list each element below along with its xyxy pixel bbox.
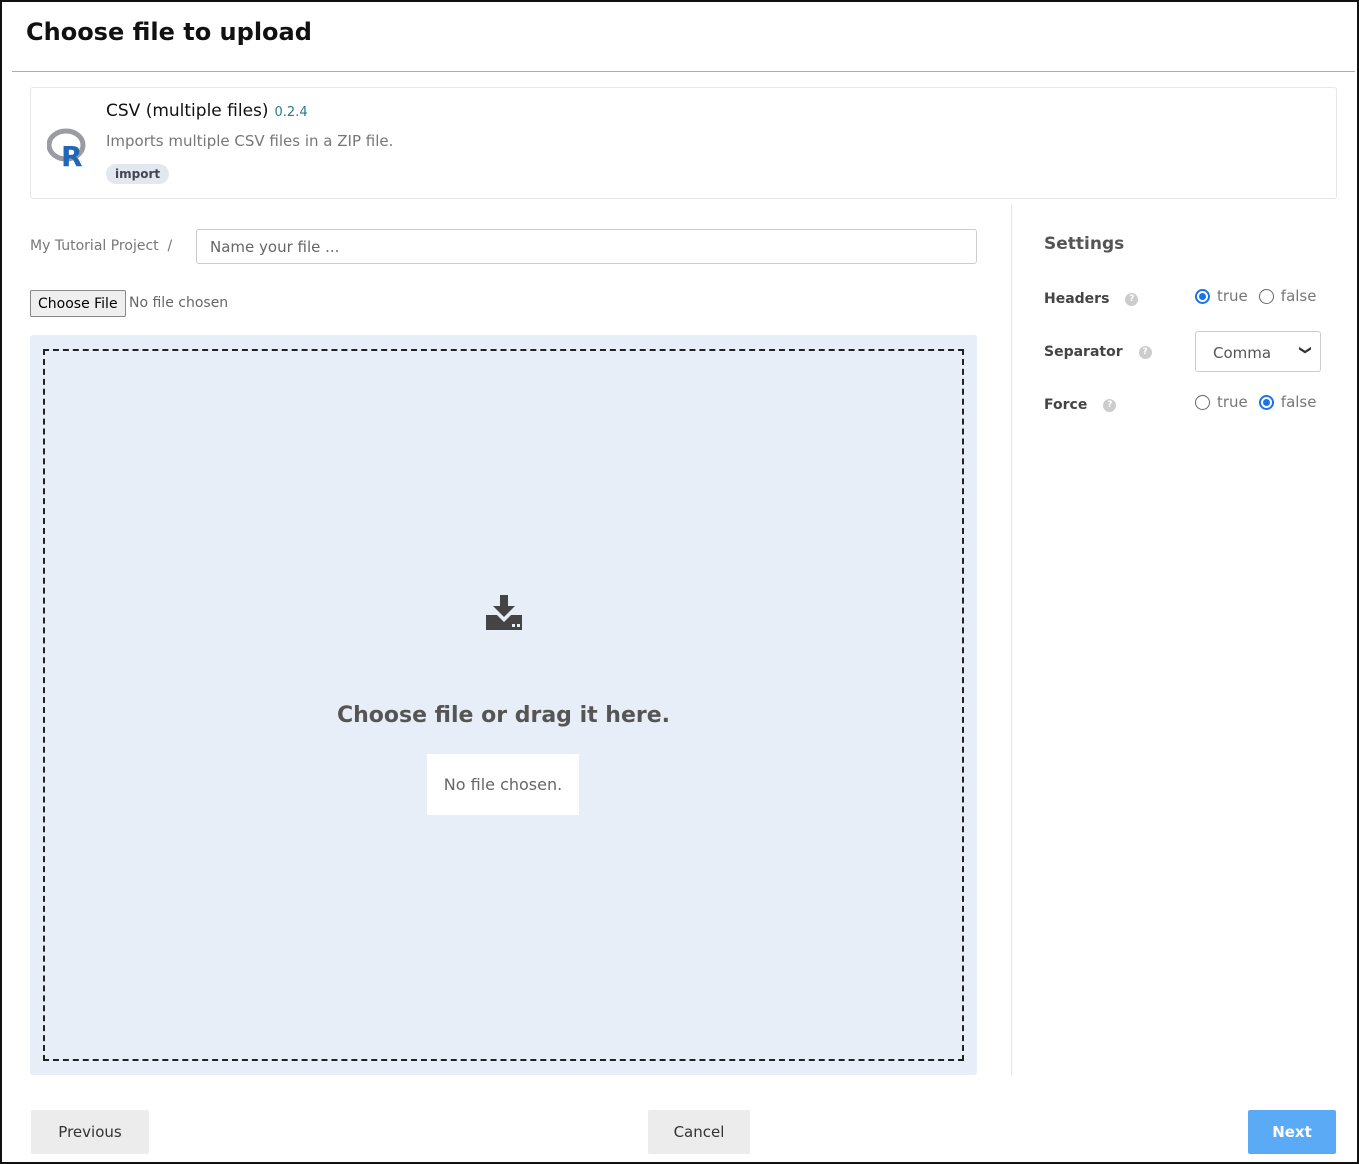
settings-title: Settings [1044,234,1125,254]
chevron-down-icon: ❯ [1298,344,1313,356]
plugin-name: CSV (multiple files) 0.2.4 [106,101,308,121]
plugin-name-text: CSV (multiple files) [106,101,269,121]
force-false-label: false [1280,393,1317,411]
separator-value: Comma [1213,344,1272,362]
cancel-button[interactable]: Cancel [648,1110,750,1154]
force-label: Force? [1044,397,1117,413]
breadcrumb-project[interactable]: My Tutorial Project [30,238,159,254]
headers-false-radio[interactable] [1258,288,1274,304]
dialog-title: Choose file to upload [26,18,312,46]
plugin-card: R CSV (multiple files) 0.2.4 Imports mult… [30,87,1337,199]
svg-text:R: R [61,140,83,168]
title-divider [12,71,1355,72]
force-false-radio[interactable] [1258,394,1274,410]
separator-label-text: Separator [1044,344,1123,360]
download-icon [486,595,522,630]
headers-true-radio[interactable] [1195,288,1210,304]
file-input-status: No file chosen [129,295,229,311]
force-label-text: Force [1044,397,1088,413]
force-radio-group: true false [1195,393,1316,411]
help-icon[interactable]: ? [1138,345,1152,359]
dropzone[interactable]: Choose file or drag it here. No file cho… [30,335,977,1075]
previous-button[interactable]: Previous [31,1110,149,1154]
dropzone-status: No file chosen. [427,754,579,815]
force-true-radio[interactable] [1195,394,1210,410]
headers-label: Headers? [1044,291,1139,307]
next-button[interactable]: Next [1248,1110,1336,1154]
help-icon[interactable]: ? [1103,398,1117,412]
plugin-tag: import [106,164,170,184]
headers-label-text: Headers [1044,291,1110,307]
headers-true-label: true [1217,287,1248,305]
breadcrumb: My Tutorial Project / [30,238,172,254]
breadcrumb-separator: / [167,238,173,254]
help-icon[interactable]: ? [1125,292,1139,306]
file-name-input[interactable] [196,229,977,264]
force-true-label: true [1217,393,1248,411]
headers-radio-group: true false [1195,287,1316,305]
plugin-description: Imports multiple CSV files in a ZIP file… [106,132,394,150]
headers-false-label: false [1280,287,1317,305]
dropzone-text: Choose file or drag it here. [336,703,671,728]
plugin-version: 0.2.4 [274,105,308,120]
choose-file-button[interactable]: Choose File [30,290,126,317]
r-logo-icon: R [47,128,86,168]
column-divider [1011,205,1012,1075]
separator-label: Separator? [1044,344,1152,360]
separator-select[interactable]: Comma ❯ [1195,331,1321,372]
